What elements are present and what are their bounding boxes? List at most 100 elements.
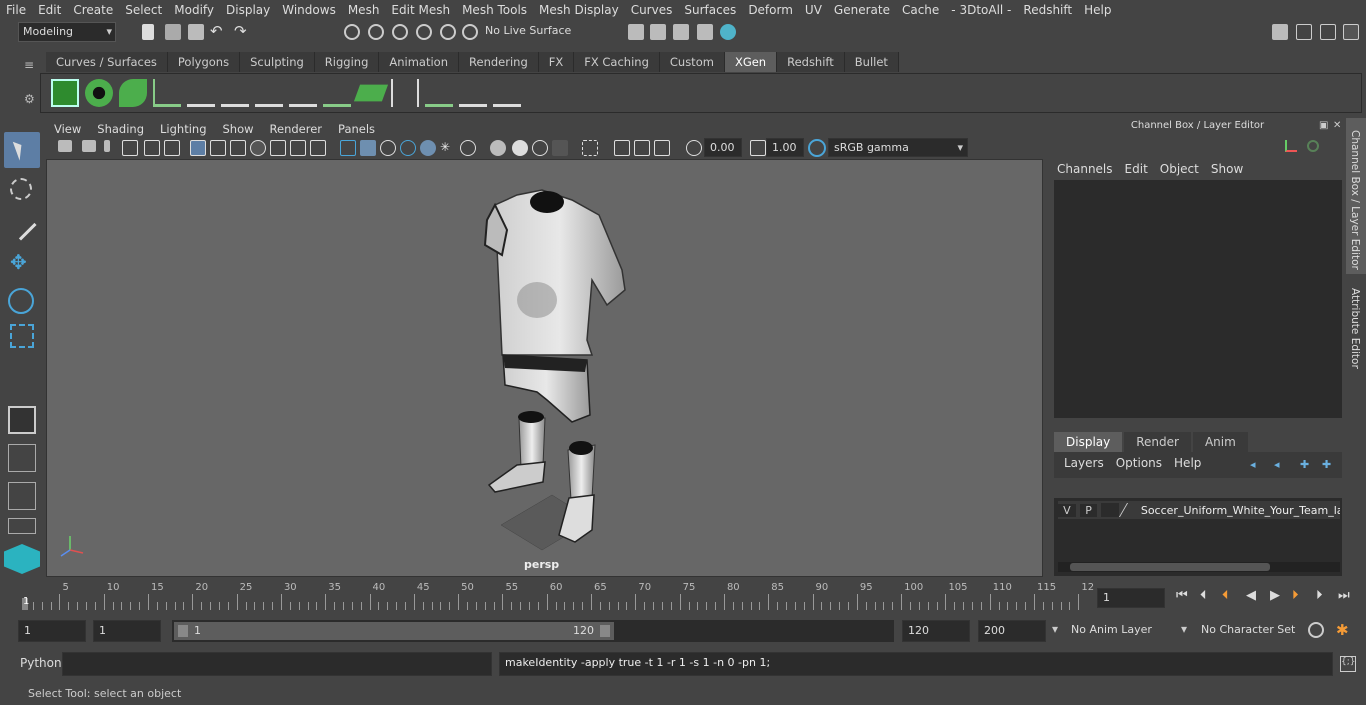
exposure-field[interactable]: 0.00 bbox=[704, 138, 742, 157]
scene-end-field[interactable]: 200 bbox=[978, 620, 1046, 642]
screen-space-ao-icon[interactable] bbox=[490, 140, 506, 156]
smooth-shade-icon[interactable] bbox=[360, 140, 376, 156]
tab-attribute-editor[interactable]: Attribute Editor bbox=[1346, 276, 1366, 376]
shelf-tab-animation[interactable]: Animation bbox=[379, 52, 460, 72]
scale-tool-icon[interactable] bbox=[10, 324, 34, 348]
new-layer-icon[interactable]: ✚ bbox=[1300, 458, 1309, 471]
script-language-toggle[interactable]: Python bbox=[20, 656, 62, 670]
step-back-frame-icon[interactable]: ⏴ bbox=[1200, 588, 1207, 603]
shelf-tab-rendering[interactable]: Rendering bbox=[459, 52, 539, 72]
use-all-lights-icon[interactable]: ✳ bbox=[440, 140, 456, 156]
layer-row[interactable]: V P Soccer_Uniform_White_Your_Team_la bbox=[1058, 501, 1340, 519]
new-scene-icon[interactable] bbox=[142, 24, 154, 40]
snap-to-curve-icon[interactable] bbox=[440, 24, 456, 40]
frame-all-icon[interactable] bbox=[654, 140, 670, 156]
select-guides-icon[interactable] bbox=[255, 79, 283, 107]
current-frame-field[interactable]: 1 bbox=[1097, 588, 1165, 608]
range-slider-track[interactable]: 1 120 bbox=[172, 620, 894, 642]
render-settings-icon[interactable] bbox=[628, 24, 644, 40]
menu-mesh[interactable]: Mesh bbox=[342, 3, 386, 17]
color-management-icon[interactable] bbox=[808, 139, 826, 157]
viewport-menu-renderer[interactable]: Renderer bbox=[262, 122, 331, 136]
move-layer-up-icon[interactable]: ◂ bbox=[1250, 458, 1256, 471]
menu-modify[interactable]: Modify bbox=[168, 3, 220, 17]
viewport-menu-shading[interactable]: Shading bbox=[89, 122, 152, 136]
shelf-gear-icon[interactable]: ⚙ bbox=[24, 92, 35, 106]
scene-start-field[interactable]: 1 bbox=[18, 620, 86, 642]
tool-settings-toggle-icon[interactable] bbox=[1320, 24, 1336, 40]
menu-mesh-display[interactable]: Mesh Display bbox=[533, 3, 625, 17]
modeling-toolkit-icon[interactable] bbox=[1272, 24, 1288, 40]
menu-file[interactable]: File bbox=[0, 3, 32, 17]
layer-scrollbar[interactable] bbox=[1058, 562, 1340, 572]
layer-tab-display[interactable]: Display bbox=[1054, 432, 1123, 452]
channel-box-toggle-icon[interactable] bbox=[1343, 24, 1359, 40]
layer-tab-anim[interactable]: Anim bbox=[1192, 432, 1248, 452]
film-gate-icon[interactable] bbox=[210, 140, 226, 156]
shelf-tab-polygons[interactable]: Polygons bbox=[167, 52, 241, 72]
isolate-select-icon[interactable] bbox=[582, 140, 598, 156]
chevron-down-icon[interactable]: ▾ bbox=[1052, 622, 1058, 636]
step-back-key-icon[interactable]: ⏴ bbox=[1222, 588, 1229, 603]
redo-icon[interactable]: ↷ bbox=[234, 22, 247, 40]
ipr-render-icon[interactable] bbox=[673, 24, 689, 40]
menu-deform[interactable]: Deform bbox=[742, 3, 799, 17]
camera-attributes-icon[interactable] bbox=[82, 140, 96, 152]
sync-icon[interactable] bbox=[1307, 140, 1319, 152]
layer-visibility-toggle[interactable]: V bbox=[1058, 503, 1076, 517]
render-view-icon[interactable] bbox=[697, 24, 713, 40]
step-forward-key-icon[interactable]: ⏵ bbox=[1292, 588, 1299, 603]
menu-display[interactable]: Display bbox=[220, 3, 276, 17]
wireframe-icon[interactable] bbox=[340, 140, 356, 156]
bookmark-icon[interactable] bbox=[104, 140, 110, 152]
lasso-tool-icon[interactable] bbox=[10, 178, 32, 200]
multisample-aa-icon[interactable] bbox=[532, 140, 548, 156]
attribute-editor-toggle-icon[interactable] bbox=[1296, 24, 1312, 40]
xray-icon[interactable] bbox=[420, 140, 436, 156]
shelf-tab-rigging[interactable]: Rigging bbox=[314, 52, 380, 72]
menu-select[interactable]: Select bbox=[119, 3, 168, 17]
menu-curves[interactable]: Curves bbox=[625, 3, 679, 17]
go-to-start-icon[interactable]: ⏮ bbox=[1176, 588, 1188, 603]
gate-mask-icon[interactable] bbox=[250, 140, 266, 156]
menu-edit-mesh[interactable]: Edit Mesh bbox=[385, 3, 456, 17]
range-slider-handle[interactable]: 1 120 bbox=[174, 622, 614, 640]
move-layer-down-icon[interactable]: ◂ bbox=[1274, 458, 1280, 471]
delete-guides-icon[interactable] bbox=[493, 79, 521, 107]
color-space-select[interactable]: sRGB gamma ▾ bbox=[828, 138, 968, 157]
shelf-tab-custom[interactable]: Custom bbox=[659, 52, 725, 72]
persp-graph-icon[interactable] bbox=[8, 518, 36, 534]
range-end-grip[interactable] bbox=[600, 625, 610, 637]
gamma-icon[interactable] bbox=[750, 140, 766, 156]
bend-guides-icon[interactable] bbox=[391, 79, 419, 107]
time-slider[interactable]: 5 10 15 20 25 30 35 40 45 50 55 60 65 70 75 80 85 90 95 100… bbox=[0, 580, 1366, 614]
guide-clumps-icon[interactable] bbox=[323, 79, 351, 107]
place-guides-icon[interactable] bbox=[187, 79, 215, 107]
shelf-tab-sculpting[interactable]: Sculpting bbox=[240, 52, 315, 72]
persp-outliner-icon[interactable] bbox=[8, 482, 36, 510]
character-set-select[interactable]: No Character Set bbox=[1196, 620, 1298, 642]
normalize-guides-icon[interactable] bbox=[459, 79, 487, 107]
viewport-menu-view[interactable]: View bbox=[46, 122, 89, 136]
anim-layer-select[interactable]: No Anim Layer bbox=[1066, 620, 1176, 642]
menu-cache[interactable]: Cache bbox=[896, 3, 945, 17]
go-to-end-icon[interactable]: ⏭ bbox=[1338, 588, 1350, 603]
menu-surfaces[interactable]: Surfaces bbox=[678, 3, 742, 17]
range-start-grip[interactable] bbox=[178, 625, 188, 637]
command-input[interactable] bbox=[62, 652, 492, 676]
time-ruler[interactable]: 5 10 15 20 25 30 35 40 45 50 55 60 65 70 75 80 85 90 95 100… bbox=[20, 582, 1094, 612]
select-camera-icon[interactable] bbox=[58, 140, 72, 152]
script-editor-icon[interactable]: {;} bbox=[1340, 656, 1356, 672]
safe-title-icon[interactable] bbox=[310, 140, 326, 156]
chevron-down-icon[interactable]: ▾ bbox=[1181, 622, 1187, 636]
exposure-icon[interactable] bbox=[686, 140, 702, 156]
depth-of-field-icon[interactable] bbox=[552, 140, 568, 156]
add-guides-icon[interactable] bbox=[153, 79, 181, 107]
shelf-tab-fx-caching[interactable]: FX Caching bbox=[574, 52, 660, 72]
default-material-icon[interactable] bbox=[380, 140, 396, 156]
menu-3dtoall[interactable]: - 3DtoAll - bbox=[945, 3, 1017, 17]
menu-generate[interactable]: Generate bbox=[828, 3, 896, 17]
step-forward-frame-icon[interactable]: ⏵ bbox=[1316, 588, 1323, 603]
shelf-tab-redshift[interactable]: Redshift bbox=[777, 52, 845, 72]
xray-joints-icon[interactable] bbox=[614, 140, 630, 156]
